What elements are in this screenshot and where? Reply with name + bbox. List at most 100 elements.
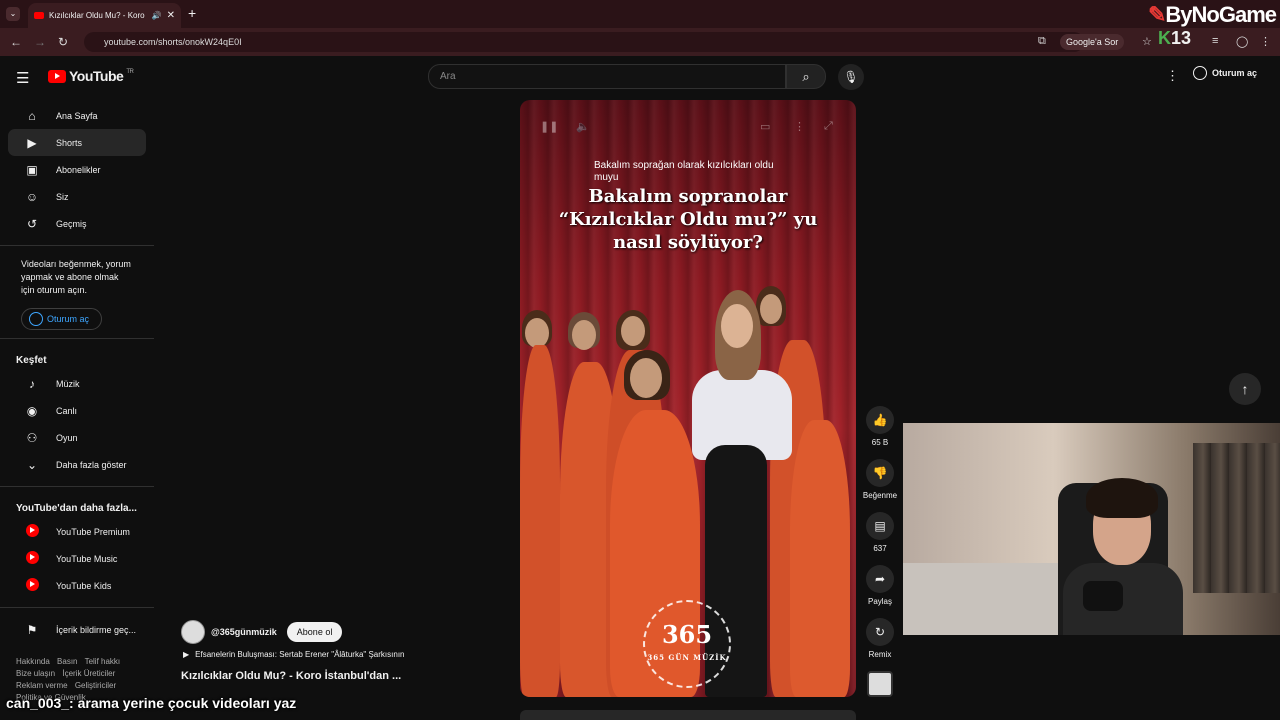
arrow-up-icon: ↑ <box>1241 381 1249 397</box>
sidebar-item-music-app[interactable]: YouTube Music <box>8 545 146 572</box>
signin-button[interactable]: Oturum aç <box>1193 66 1257 80</box>
singer-head <box>630 358 662 398</box>
footer-link[interactable]: Telif hakkı <box>85 657 121 666</box>
forward-icon[interactable]: → <box>34 35 46 49</box>
sidebar-item-shorts[interactable]: ▶ Shorts <box>8 129 146 156</box>
divider <box>0 338 154 339</box>
footer-link[interactable]: İçerik Üreticiler <box>62 669 115 678</box>
tab-search-icon[interactable]: ⌄ <box>6 7 20 21</box>
reading-list-icon[interactable]: ≡ <box>1212 35 1218 47</box>
remix-button[interactable]: ↻ <box>866 618 894 646</box>
video-caption-small: Bakalım soprağan olarak kızılcıkları old… <box>594 160 774 183</box>
youtube-header: ☰ YouTube TR Ara ⌕ 🎙 ⋮ Oturum aç <box>0 56 1280 96</box>
browser-menu-icon[interactable]: ⋮ <box>1260 35 1271 48</box>
remix-label: Remix <box>868 650 892 659</box>
channel-name[interactable]: @365günmüzik <box>211 627 277 637</box>
youtube-logo[interactable]: YouTube TR <box>48 68 134 84</box>
home-icon: ⌂ <box>28 108 36 123</box>
stream-chat-message: can_003_: arama yerine çocuk videoları y… <box>6 695 297 711</box>
footer-link[interactable]: Geliştiriciler <box>75 681 116 690</box>
close-tab-icon[interactable]: ✕ <box>167 10 175 21</box>
action-buttons: 👍 65 B 👎 Beğenme ▤ 637 ➦ Paylaş ↻ Remix <box>860 406 900 709</box>
channel-row: @365günmüzik Abone ol <box>181 620 343 644</box>
sidebar-item-report[interactable]: ⚑ İçerik bildirme geç... <box>8 616 146 643</box>
sidebar-signin-button[interactable]: Oturum aç <box>21 308 102 330</box>
voice-search-button[interactable]: 🎙 <box>838 64 864 90</box>
sidebar-item-premium[interactable]: YouTube Premium <box>8 518 146 545</box>
you-icon: ☺ <box>25 189 39 204</box>
channel-avatar[interactable] <box>181 620 205 644</box>
fullscreen-icon[interactable]: ⤢ <box>824 120 833 133</box>
comment-button[interactable]: ▤ <box>866 512 894 540</box>
account-icon <box>1193 66 1207 80</box>
webcam-streamer-body <box>1063 563 1183 635</box>
speaker-icon[interactable]: 🔊 <box>152 11 162 20</box>
youtube-kids-icon <box>24 577 40 594</box>
shorts-video-player[interactable]: ❚❚ 🔈 ▭ ⋮ ⤢ Bakalım soprağan olarak kızıl… <box>520 100 856 697</box>
settings-kebab-icon[interactable]: ⋮ <box>1166 68 1179 84</box>
shorts-icon: ▶ <box>27 135 37 150</box>
sidebar-item-music[interactable]: ♪ Müzik <box>8 370 146 397</box>
comment-icon: ▤ <box>874 519 886 533</box>
flag-icon: ⚑ <box>26 622 38 637</box>
like-action: 👍 65 B <box>860 406 900 447</box>
video-title[interactable]: Kızılcıklar Oldu Mu? - Koro İstanbul'dan… <box>181 670 401 682</box>
webcam-bed <box>903 563 1063 635</box>
microphone-icon: 🎙 <box>843 70 859 84</box>
url-field[interactable]: youtube.com/shorts/onokW24qE0I <box>84 32 1084 52</box>
sidebar: ⌂ Ana Sayfa ▶ Shorts ▣ Abonelikler ☺ Siz ↺ Ge… <box>0 102 154 643</box>
back-icon[interactable]: ← <box>10 35 22 49</box>
next-video-peek[interactable] <box>520 710 856 720</box>
previous-video-button[interactable]: ↑ <box>1229 373 1261 405</box>
google-ask-button[interactable]: Google'a Sor <box>1060 34 1125 50</box>
share-action: ➦ Paylaş <box>860 565 900 606</box>
reload-icon[interactable]: ↻ <box>58 35 68 49</box>
bynogame-overlay-logo: ✎ByNoGame <box>1147 2 1277 27</box>
tab-title: Kızılcıklar Oldu Mu? - Koro İstanbul'dan… <box>49 11 147 20</box>
comment-action: ▤ 637 <box>860 512 900 553</box>
sidebar-item-kids[interactable]: YouTube Kids <box>8 572 146 599</box>
bookmark-star-icon[interactable]: ☆ <box>1142 35 1152 48</box>
volume-icon[interactable]: 🔈 <box>576 120 590 133</box>
bynogame-pen-icon: ✎ <box>1147 2 1166 27</box>
more-from-youtube-title: YouTube'dan daha fazla... <box>16 503 137 514</box>
chevron-down-icon: ⌄ <box>26 457 38 472</box>
sound-thumbnail[interactable] <box>867 671 893 697</box>
like-button[interactable]: 👍 <box>866 406 894 434</box>
subscribe-button[interactable]: Abone ol <box>286 622 343 642</box>
history-icon: ↺ <box>26 216 38 231</box>
music-line[interactable]: ▶ Efsanelerin Buluşması: Sertab Erener "… <box>183 650 405 659</box>
cast-icon[interactable]: ⧉ <box>1038 35 1046 48</box>
sidebar-item-gaming[interactable]: ⚇ Oyun <box>8 424 146 451</box>
share-button[interactable]: ➦ <box>866 565 894 593</box>
sidebar-item-you[interactable]: ☺ Siz <box>8 183 146 210</box>
dislike-button[interactable]: 👎 <box>866 459 894 487</box>
captions-icon[interactable]: ▭ <box>760 120 770 133</box>
footer-link[interactable]: Reklam verme <box>16 681 68 690</box>
browser-tab[interactable]: Kızılcıklar Oldu Mu? - Koro İstanbul'dan… <box>28 3 181 28</box>
footer-link[interactable]: Basın <box>57 657 77 666</box>
sidebar-item-live[interactable]: ◉ Canlı <box>8 397 146 424</box>
comment-count: 637 <box>873 544 887 553</box>
webcam-microphone <box>1083 581 1123 611</box>
new-tab-button[interactable]: + <box>188 5 196 21</box>
sidebar-item-show-more[interactable]: ⌄ Daha fazla göster <box>8 451 146 478</box>
profile-icon[interactable]: ◯ <box>1236 35 1248 48</box>
youtube-favicon-icon <box>34 12 44 19</box>
youtube-premium-icon <box>24 523 40 540</box>
gaming-icon: ⚇ <box>26 430 38 445</box>
divider <box>0 245 154 246</box>
sidebar-item-subscriptions[interactable]: ▣ Abonelikler <box>8 156 146 183</box>
sidebar-item-home[interactable]: ⌂ Ana Sayfa <box>8 102 146 129</box>
sidebar-item-history[interactable]: ↺ Geçmiş <box>8 210 146 237</box>
footer-link[interactable]: Hakkında <box>16 657 50 666</box>
more-icon[interactable]: ⋮ <box>794 120 805 133</box>
streamer-webcam <box>903 423 1280 635</box>
pause-icon[interactable]: ❚❚ <box>540 120 558 133</box>
address-bar-row: ← → ↻ youtube.com/shorts/onokW24qE0I ⧉ G… <box>0 28 1280 56</box>
search-input[interactable]: Ara <box>428 64 786 89</box>
search-icon: ⌕ <box>802 69 810 84</box>
search-button[interactable]: ⌕ <box>786 64 826 89</box>
footer-link[interactable]: Bize ulaşın <box>16 669 55 678</box>
hamburger-menu-icon[interactable]: ☰ <box>16 69 29 87</box>
